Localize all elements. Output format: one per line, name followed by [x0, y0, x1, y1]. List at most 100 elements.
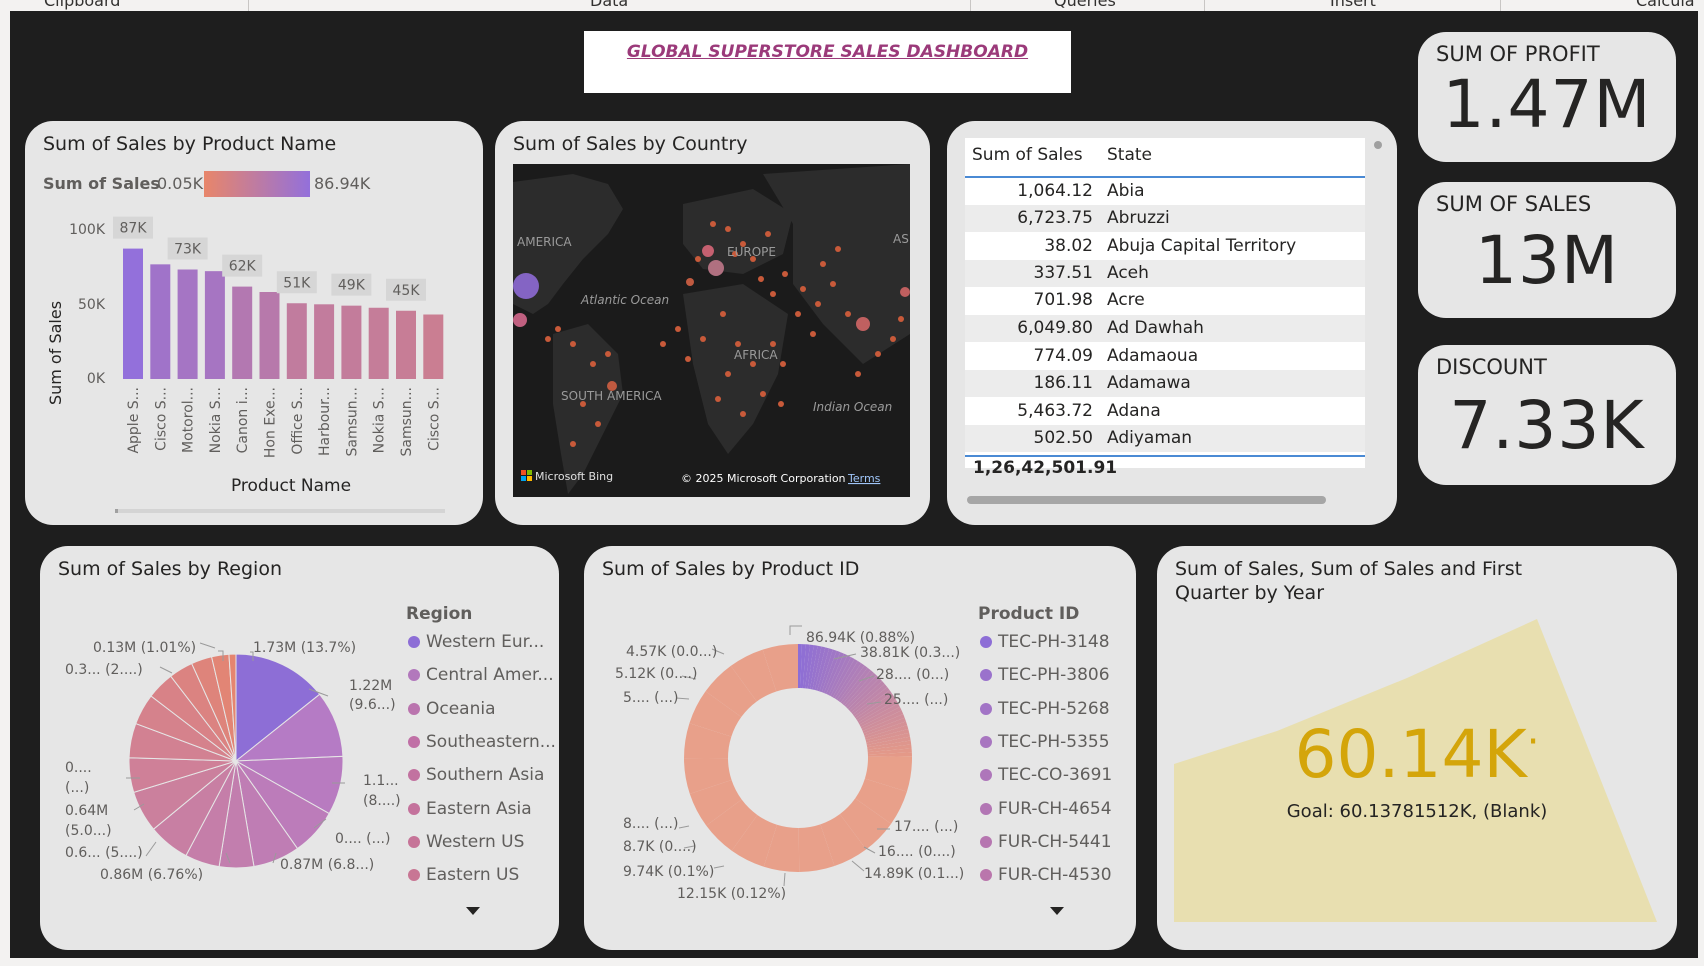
map-bubble[interactable]: [686, 278, 694, 286]
table-row[interactable]: 1,064.12 Abia: [965, 178, 1365, 205]
map-bubble[interactable]: [702, 245, 714, 257]
data-label: 1.73M (13.7%): [253, 640, 357, 656]
bar[interactable]: [423, 314, 444, 380]
table-total: 1,26,42,501.91: [973, 458, 1118, 478]
ribbon-group-insert[interactable]: Insert: [1330, 0, 1376, 10]
cell-state: Adiyaman: [1107, 428, 1193, 448]
kpi-card-sales[interactable]: SUM OF SALES 13M: [1418, 182, 1676, 318]
table-row[interactable]: 774.09 Adamaoua: [965, 343, 1365, 370]
bar[interactable]: [232, 286, 253, 379]
bar[interactable]: [286, 303, 307, 379]
productid-donut-card[interactable]: Sum of Sales by Product ID 86.94K (0.88%…: [584, 546, 1136, 950]
ribbon-group-data[interactable]: Data: [590, 0, 628, 10]
table-row[interactable]: 38.02 Abuja Capital Territory: [965, 233, 1365, 260]
data-label: 0.... (...): [335, 831, 391, 847]
table-row[interactable]: 6,723.75 Abruzzi: [965, 205, 1365, 232]
column-header-sales[interactable]: Sum of Sales: [972, 145, 1083, 165]
legend-item[interactable]: TEC-PH-5268: [980, 699, 1110, 719]
legend-item[interactable]: Southeastern...: [408, 732, 556, 752]
bar[interactable]: [150, 264, 171, 379]
legend-item[interactable]: Western Eur...: [408, 632, 544, 652]
bar[interactable]: [368, 307, 389, 379]
country-map-card[interactable]: Sum of Sales by Country AMERICA EUROPE A…: [495, 121, 930, 525]
ribbon-group-queries[interactable]: Queries: [1054, 0, 1116, 10]
legend-dot: [980, 736, 992, 748]
column-header-state[interactable]: State: [1107, 145, 1152, 165]
data-label: 0.13M (1.01%): [93, 640, 197, 656]
ribbon-group-clipboard[interactable]: Clipboard: [44, 0, 120, 10]
state-table-card[interactable]: Sum of Sales State 1,064.12 Abia 6,723.75…: [947, 121, 1397, 525]
legend-item[interactable]: TEC-PH-3148: [980, 632, 1110, 652]
bar[interactable]: [396, 310, 416, 379]
map-label-america: AMERICA: [517, 235, 572, 249]
kpi-card-discount[interactable]: DISCOUNT 7.33K: [1418, 345, 1676, 485]
data-label: 0.87M (6.8...): [280, 857, 375, 873]
product-bar-chart-card[interactable]: Sum of Sales by Product Name Sum of Sale…: [25, 121, 483, 525]
table-row[interactable]: 701.98 Acre: [965, 287, 1365, 314]
bar[interactable]: [259, 292, 280, 379]
map-bubble[interactable]: [708, 260, 724, 276]
legend-item[interactable]: TEC-PH-3806: [980, 665, 1110, 685]
legend-item[interactable]: Southern Asia: [408, 765, 544, 785]
map-bubble[interactable]: [513, 273, 539, 299]
map-terms-link[interactable]: Terms: [847, 472, 881, 485]
cell-sales: 38.02: [1044, 236, 1093, 256]
legend-item[interactable]: FUR-CH-4530: [980, 865, 1112, 885]
legend-item[interactable]: Eastern Asia: [408, 799, 532, 819]
chevron-down-icon[interactable]: [1050, 907, 1064, 915]
y-tick-label: 100K: [69, 222, 106, 238]
left-pane-edge: [0, 11, 10, 966]
bing-label: Microsoft Bing: [535, 470, 613, 483]
cell-state: Abia: [1107, 181, 1145, 201]
table-row[interactable]: 502.50 Adiyaman: [965, 425, 1365, 452]
table-row[interactable]: 186.11 Adamawa: [965, 370, 1365, 397]
bar[interactable]: [314, 304, 335, 379]
cell-sales: 5,463.72: [1017, 401, 1093, 421]
horizontal-scrollbar-thumb[interactable]: [967, 496, 1326, 504]
legend-item[interactable]: Eastern US: [408, 865, 519, 885]
x-tick-label: Samsun...: [344, 387, 360, 457]
data-label: (...): [65, 780, 90, 796]
kpi-card-profit[interactable]: SUM OF PROFIT 1.47M: [1418, 32, 1676, 162]
data-label: 49K: [338, 278, 366, 294]
map-bubble[interactable]: [513, 313, 527, 327]
region-pie-card[interactable]: Sum of Sales by Region 1.73M (13.7%) 1.2…: [40, 546, 559, 950]
vertical-scrollbar-thumb[interactable]: [1374, 141, 1382, 149]
map-view[interactable]: AMERICA EUROPE AS Atlantic Ocean AFRICA …: [513, 164, 910, 497]
bar[interactable]: [177, 269, 198, 380]
region-pie[interactable]: [128, 653, 344, 869]
scrollbar-track[interactable]: [115, 509, 445, 513]
data-label: 0....: [65, 760, 92, 776]
kpi-value: 60.14K·: [1294, 716, 1540, 793]
table-row[interactable]: 5,463.72 Adana: [965, 398, 1365, 425]
legend-item[interactable]: Western US: [408, 832, 524, 852]
table-row[interactable]: 337.51 Aceh: [965, 260, 1365, 287]
table-row[interactable]: 6,049.80 Ad Dawhah: [965, 315, 1365, 342]
chevron-down-icon[interactable]: [466, 907, 480, 915]
ribbon-group-calculations[interactable]: Calcula: [1636, 0, 1695, 10]
data-label: 14.89K (0.1...): [864, 866, 965, 882]
data-label: 0.3... (2....): [65, 662, 143, 678]
scrollbar-thumb[interactable]: [115, 509, 118, 513]
map-bubble[interactable]: [856, 317, 870, 331]
legend-item[interactable]: Central Amer...: [408, 665, 554, 685]
data-label: 0.64M: [65, 803, 109, 819]
data-label: 0.86M (6.76%): [100, 867, 204, 883]
map-label-south-america: SOUTH AMERICA: [561, 389, 662, 403]
report-title-box[interactable]: GLOBAL SUPERSTORE SALES DASHBOARD: [584, 31, 1071, 93]
bar[interactable]: [123, 248, 143, 379]
chart-title: Sum of Sales by Country: [513, 133, 748, 155]
legend-dot: [408, 636, 420, 648]
sales-year-kpi-card[interactable]: Sum of Sales, Sum of Sales and First Qua…: [1157, 546, 1677, 950]
data-label: 5.12K (0....): [615, 666, 698, 682]
map-bubble[interactable]: [900, 287, 910, 297]
legend-item[interactable]: TEC-CO-3691: [980, 765, 1112, 785]
legend-item[interactable]: FUR-CH-4654: [980, 799, 1112, 819]
data-label: 1.22M: [349, 678, 393, 694]
bar[interactable]: [341, 305, 362, 379]
x-tick-label: Harbour...: [317, 387, 333, 456]
legend-item[interactable]: TEC-PH-5355: [980, 732, 1110, 752]
bar[interactable]: [204, 271, 225, 379]
legend-item[interactable]: FUR-CH-5441: [980, 832, 1112, 852]
legend-item[interactable]: Oceania: [408, 699, 496, 719]
